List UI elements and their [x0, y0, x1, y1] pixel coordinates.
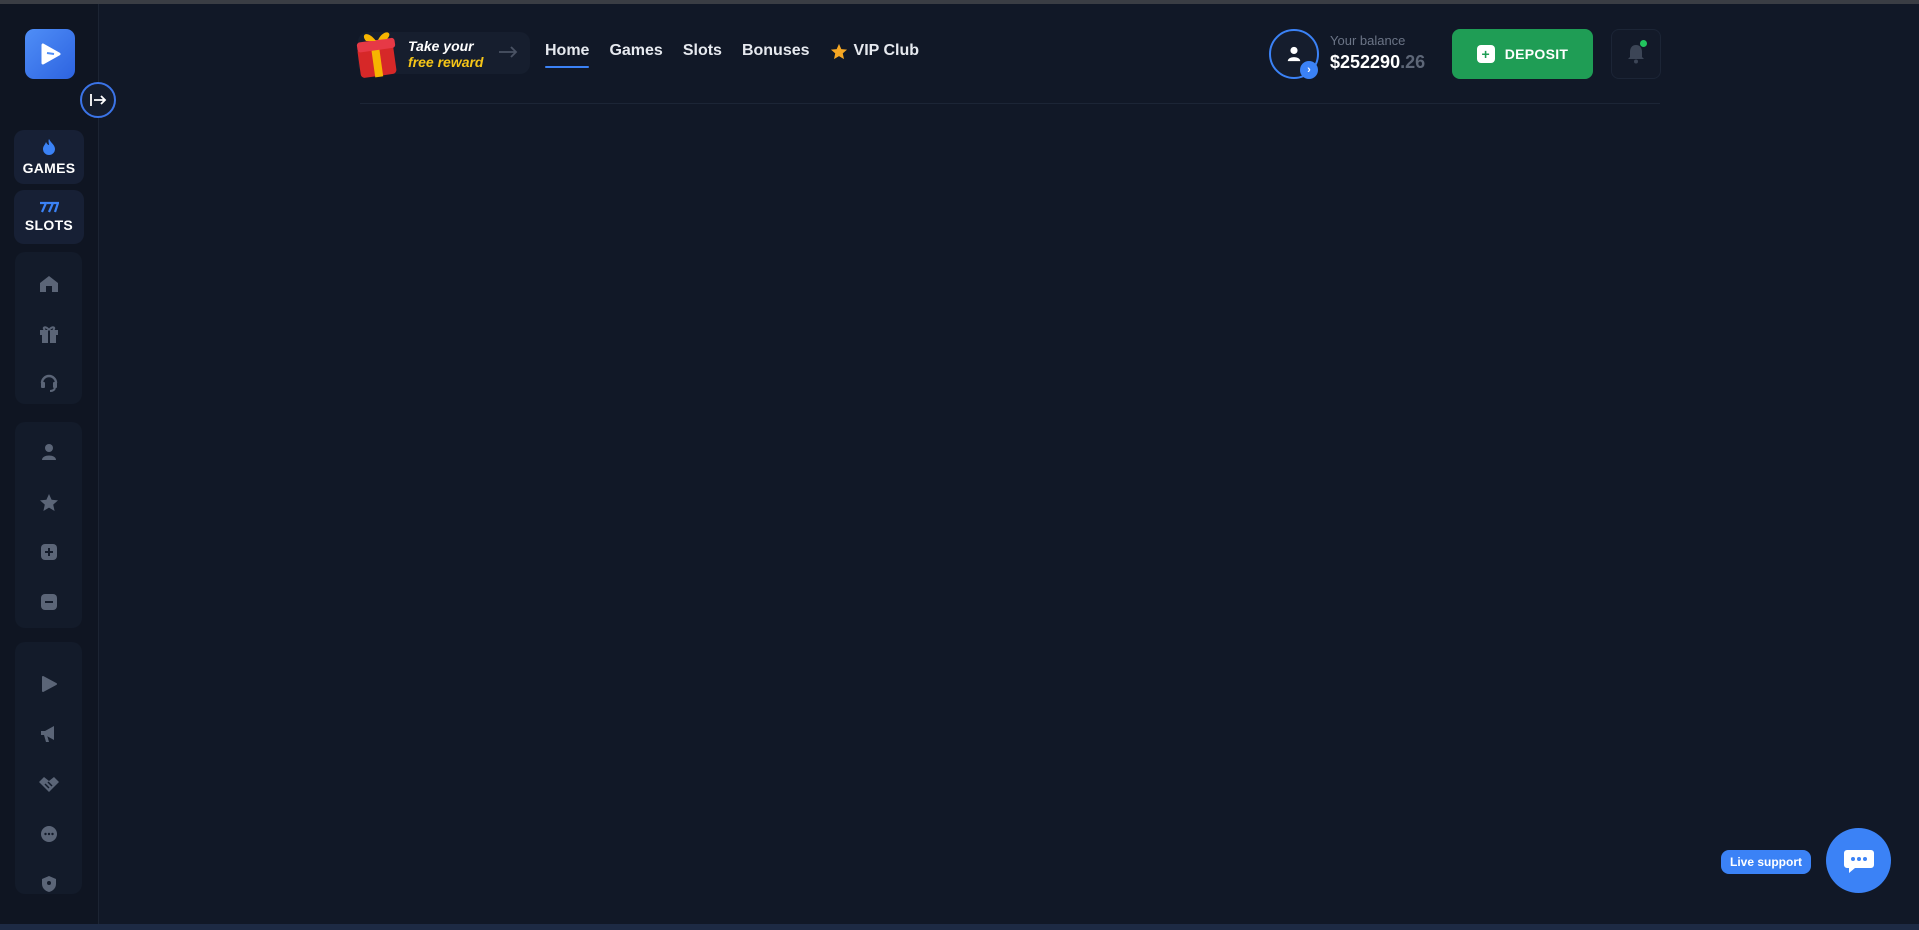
nav-games[interactable]: Games — [609, 42, 662, 60]
window-bottom-border — [0, 924, 1919, 930]
sidebar-group-account — [15, 422, 82, 628]
bell-icon — [1628, 45, 1644, 64]
arrow-right-icon — [499, 46, 518, 58]
sidebar-item-withdraw[interactable] — [15, 582, 82, 622]
gift-icon — [39, 326, 58, 343]
sidebar-item-platform[interactable] — [15, 664, 82, 704]
sidebar-item-support[interactable] — [15, 362, 82, 402]
plus-square-icon — [40, 544, 57, 560]
chevron-right-icon: › — [1300, 61, 1318, 79]
user-icon — [1287, 46, 1301, 62]
chat-icon — [40, 826, 57, 842]
sidebar-group-main — [15, 252, 82, 404]
support-headset-icon — [40, 374, 57, 392]
sidebar-item-favorites[interactable] — [15, 482, 82, 522]
plus-icon: + — [1476, 45, 1495, 63]
deposit-label: DEPOSIT — [1504, 46, 1569, 62]
star-icon — [39, 493, 58, 511]
category-slots-button[interactable]: SLOTS — [14, 190, 84, 244]
header-divider — [360, 103, 1660, 104]
chat-bubble-icon — [1843, 849, 1874, 873]
flame-icon — [43, 139, 55, 155]
sidebar-item-profile[interactable] — [15, 432, 82, 472]
sidebar-item-security[interactable] — [15, 864, 82, 904]
balance-main: $252290 — [1330, 52, 1401, 72]
sidebar-item-deposit[interactable] — [15, 532, 82, 572]
balance-cents: .26 — [1400, 52, 1426, 72]
sidebar-item-promotions[interactable] — [15, 714, 82, 754]
home-icon — [39, 276, 58, 292]
nav-vip-label: VIP Club — [853, 42, 920, 59]
sevens-icon — [40, 201, 59, 213]
sidebar-group-more — [15, 642, 82, 894]
nav-bonuses[interactable]: Bonuses — [742, 42, 810, 60]
deposit-button[interactable]: + DEPOSIT — [1452, 29, 1593, 79]
nav-home[interactable]: Home — [545, 42, 590, 68]
sidebar: GAMES SLOTS — [0, 4, 99, 924]
reward-line2: free reward — [408, 54, 484, 70]
balance-value: $252290.26 — [1330, 52, 1425, 73]
shield-icon — [41, 876, 56, 892]
nav-vip-club[interactable]: VIP Club — [830, 42, 920, 60]
collapse-arrow-icon — [90, 94, 107, 106]
minus-square-icon — [40, 594, 57, 610]
handshake-icon — [38, 777, 59, 792]
category-games-label: GAMES — [22, 160, 76, 176]
play-logo-icon[interactable] — [25, 29, 75, 79]
category-slots-label: SLOTS — [24, 217, 74, 233]
live-support-label[interactable]: Live support — [1721, 850, 1811, 874]
reward-line1: Take your — [408, 38, 474, 54]
live-support-button[interactable] — [1826, 828, 1891, 893]
sidebar-item-chat[interactable] — [15, 814, 82, 854]
sidebar-item-partners[interactable] — [15, 764, 82, 804]
sidebar-item-bonuses[interactable] — [15, 314, 82, 354]
sidebar-collapse-button[interactable] — [80, 82, 116, 118]
user-icon — [41, 444, 56, 460]
nav-slots[interactable]: Slots — [683, 42, 722, 60]
play-icon — [41, 676, 57, 692]
category-games-button[interactable]: GAMES — [14, 130, 84, 184]
main-nav: Home Games Slots Bonuses VIP Club — [545, 42, 939, 68]
notification-dot — [1640, 40, 1647, 47]
notifications-button[interactable] — [1611, 29, 1661, 79]
star-icon — [830, 43, 847, 59]
balance-label: Your balance — [1330, 33, 1406, 48]
window-top-border — [0, 0, 1919, 4]
free-reward-banner[interactable]: Take your free reward — [356, 32, 530, 78]
megaphone-icon — [40, 726, 54, 742]
gift-box-icon — [356, 32, 397, 78]
sidebar-item-home[interactable] — [15, 264, 82, 304]
